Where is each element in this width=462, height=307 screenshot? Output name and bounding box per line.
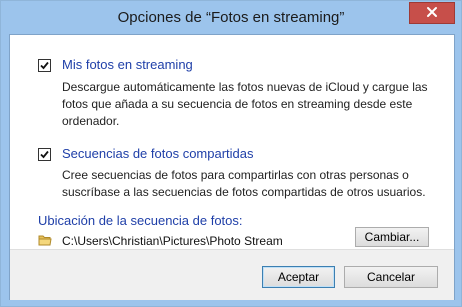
folder-icon [38,233,52,250]
description-line: Descargue automáticamente las fotos nuev… [62,80,428,94]
dialog-footer: Aceptar Cancelar [10,249,454,300]
close-button[interactable] [409,2,455,24]
shared-streams-label[interactable]: Secuencias de fotos compartidas [62,146,254,161]
shared-streams-checkbox[interactable] [38,148,51,161]
dialog-window: Opciones de “Fotos en streaming” Mis fot… [0,0,462,307]
accept-button[interactable]: Aceptar [262,266,335,288]
description-line: fotos que añada a su secuencia de fotos … [62,97,413,111]
stream-folder-path: C:\Users\Christian\Pictures\Photo Stream [62,234,283,248]
checkmark-icon [40,61,49,70]
shared-streams-description: Cree secuencias de fotos para compartirl… [62,167,426,201]
options-panel: Mis fotos en streaming Descargue automát… [10,35,454,249]
my-photo-stream-label[interactable]: Mis fotos en streaming [62,57,193,72]
dialog-body: Mis fotos en streaming Descargue automát… [9,34,455,300]
location-heading: Ubicación de la secuencia de fotos: [38,213,243,228]
checkmark-icon [40,150,49,159]
description-line: ordenador. [62,114,120,128]
description-line: Cree secuencias de fotos para compartirl… [62,168,409,182]
title-bar[interactable]: Opciones de “Fotos en streaming” [1,1,461,34]
cancel-button[interactable]: Cancelar [344,266,438,288]
close-icon [426,6,438,21]
my-photo-stream-checkbox[interactable] [38,59,51,72]
window-title: Opciones de “Fotos en streaming” [117,9,345,26]
my-photo-stream-description: Descargue automáticamente las fotos nuev… [62,79,428,130]
change-location-button[interactable]: Cambiar... [355,227,429,247]
description-line: suscríbase a las secuencias de fotos com… [62,185,426,199]
